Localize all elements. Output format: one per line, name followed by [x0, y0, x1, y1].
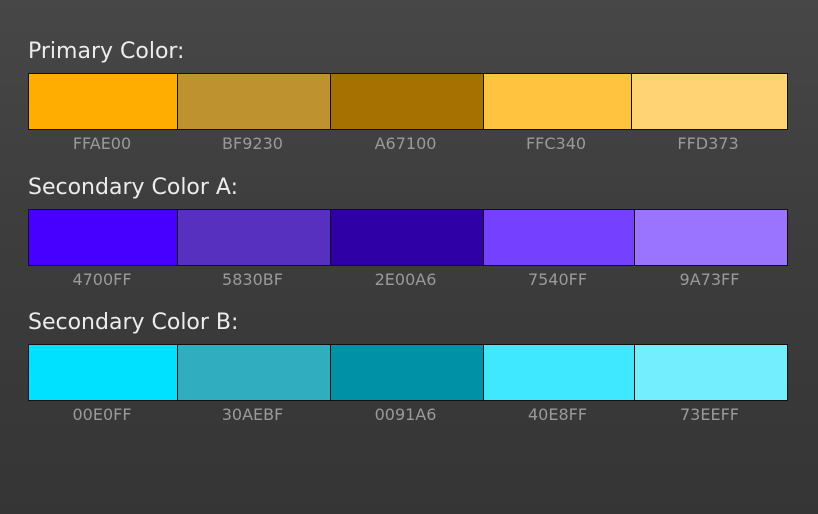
palette-title: Primary Color:: [28, 39, 185, 64]
hex-code: 9A73FF: [679, 270, 740, 289]
color-swatch: [330, 345, 483, 400]
palette-secondary-a: Secondary Color A: 4700FF 5830BF 2E00A6 …: [28, 175, 788, 290]
hex-code: 00E0FF: [72, 405, 132, 424]
color-swatch: [631, 74, 787, 129]
hex-code-row: 00E0FF 30AEBF 0091A6 40E8FF 73EEFF: [28, 405, 788, 425]
hex-code: 73EEFF: [680, 405, 739, 424]
hex-code: A67100: [374, 134, 437, 153]
color-swatch: [177, 74, 330, 129]
color-swatch: [330, 74, 483, 129]
color-swatch: [483, 345, 634, 400]
palette-title: Secondary Color B:: [28, 310, 239, 335]
swatch-row: [28, 209, 788, 266]
color-swatch: [634, 345, 787, 400]
color-swatch: [29, 345, 177, 400]
color-swatch: [634, 210, 787, 265]
hex-code: FFAE00: [72, 134, 132, 153]
palette-secondary-b: Secondary Color B: 00E0FF 30AEBF 0091A6 …: [28, 310, 788, 425]
hex-code-row: 4700FF 5830BF 2E00A6 7540FF 9A73FF: [28, 270, 788, 290]
color-swatch: [330, 210, 483, 265]
color-swatch: [177, 210, 330, 265]
hex-code: 4700FF: [72, 270, 132, 289]
swatch-row: [28, 344, 788, 401]
hex-code: BF9230: [222, 134, 283, 153]
color-swatch: [483, 74, 631, 129]
hex-code: FFC340: [525, 134, 587, 153]
hex-code: 5830BF: [222, 270, 283, 289]
hex-code: 7540FF: [527, 270, 588, 289]
color-swatch: [177, 345, 330, 400]
swatch-row: [28, 73, 788, 130]
hex-code-row: FFAE00 BF9230 A67100 FFC340 FFD373: [28, 134, 788, 154]
color-swatch: [29, 210, 177, 265]
color-swatch: [29, 74, 177, 129]
hex-code: 30AEBF: [221, 405, 284, 424]
palette-title: Secondary Color A:: [28, 175, 239, 200]
hex-code: FFD373: [677, 134, 739, 153]
hex-code: 2E00A6: [374, 270, 437, 289]
hex-code: 40E8FF: [527, 405, 588, 424]
palette-primary: Primary Color: FFAE00 BF9230 A67100 FFC3…: [28, 39, 788, 154]
color-swatch: [483, 210, 634, 265]
hex-code: 0091A6: [374, 405, 437, 424]
